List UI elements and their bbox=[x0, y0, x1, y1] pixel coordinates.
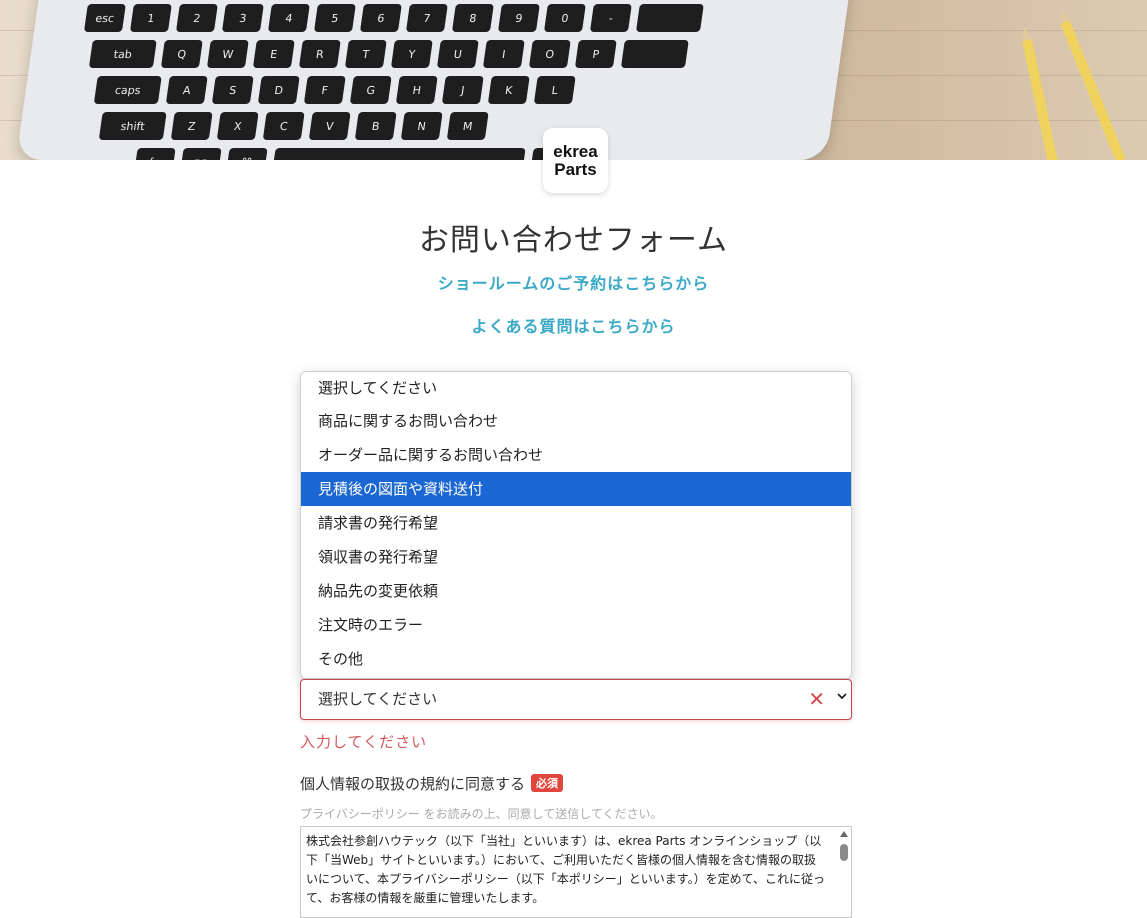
logo-text-line1: ekrea bbox=[553, 141, 598, 161]
required-badge: 必須 bbox=[531, 774, 564, 792]
policy-scrollbar[interactable] bbox=[837, 827, 851, 917]
pencil-image bbox=[1055, 7, 1126, 160]
dropdown-option[interactable]: オーダー品に関するお問い合わせ bbox=[301, 438, 851, 472]
scroll-thumb[interactable] bbox=[840, 844, 848, 861]
chevron-down-icon bbox=[837, 693, 847, 700]
page-title: お問い合わせフォーム bbox=[418, 223, 729, 258]
dropdown-option[interactable]: 請求書の発行希望 bbox=[301, 506, 851, 540]
logo-text-line2: Parts bbox=[554, 159, 597, 179]
dropdown-option[interactable]: 商品に関するお問い合わせ bbox=[301, 404, 851, 438]
inquiry-type-dropdown-list[interactable]: 選択してください 商品に関するお問い合わせ オーダー品に関するお問い合わせ 見積… bbox=[300, 371, 852, 679]
dropdown-option[interactable]: 納品先の変更依頼 bbox=[301, 574, 851, 608]
faq-link[interactable]: よくある質問はこちらから bbox=[0, 313, 1147, 337]
privacy-policy-text: 株式会社参創ハウテック（以下「当社」といいます）は、ekrea Parts オン… bbox=[306, 834, 826, 905]
select-value: 選択してください bbox=[318, 690, 438, 708]
error-x-icon: ✕ bbox=[808, 687, 825, 711]
scroll-up-arrow-icon[interactable] bbox=[840, 831, 848, 837]
pencil-image bbox=[1019, 25, 1064, 160]
privacy-hint: プライバシーポリシー をお読みの上、同意して送信してください。 bbox=[300, 807, 663, 821]
dropdown-option[interactable]: 注文時のエラー bbox=[301, 608, 851, 642]
showroom-reservation-link[interactable]: ショールームのご予約はこちらから bbox=[0, 270, 1147, 294]
dropdown-option[interactable]: 領収書の発行希望 bbox=[301, 540, 851, 574]
dropdown-option[interactable]: 選択してください bbox=[301, 372, 851, 404]
privacy-policy-textarea[interactable]: 株式会社参創ハウテック（以下「当社」といいます）は、ekrea Parts オン… bbox=[300, 826, 852, 918]
inquiry-type-select[interactable]: 選択してください ✕ bbox=[300, 679, 852, 720]
brand-logo[interactable]: ekrea Parts bbox=[543, 128, 608, 193]
consent-label: 個人情報の取扱の規約に同意する 必須 bbox=[300, 773, 564, 794]
laptop-image: esc 1 2 3 4 5 6 7 8 9 0- tab Q W E R T Y U I O P caps A S D F G H J… bbox=[15, 0, 855, 160]
dropdown-option-highlighted[interactable]: 見積後の図面や資料送付 bbox=[301, 472, 851, 506]
dropdown-option[interactable]: その他 bbox=[301, 642, 851, 676]
consent-label-text: 個人情報の取扱の規約に同意する bbox=[300, 775, 526, 793]
select-error-message: 入力してください bbox=[300, 733, 428, 751]
